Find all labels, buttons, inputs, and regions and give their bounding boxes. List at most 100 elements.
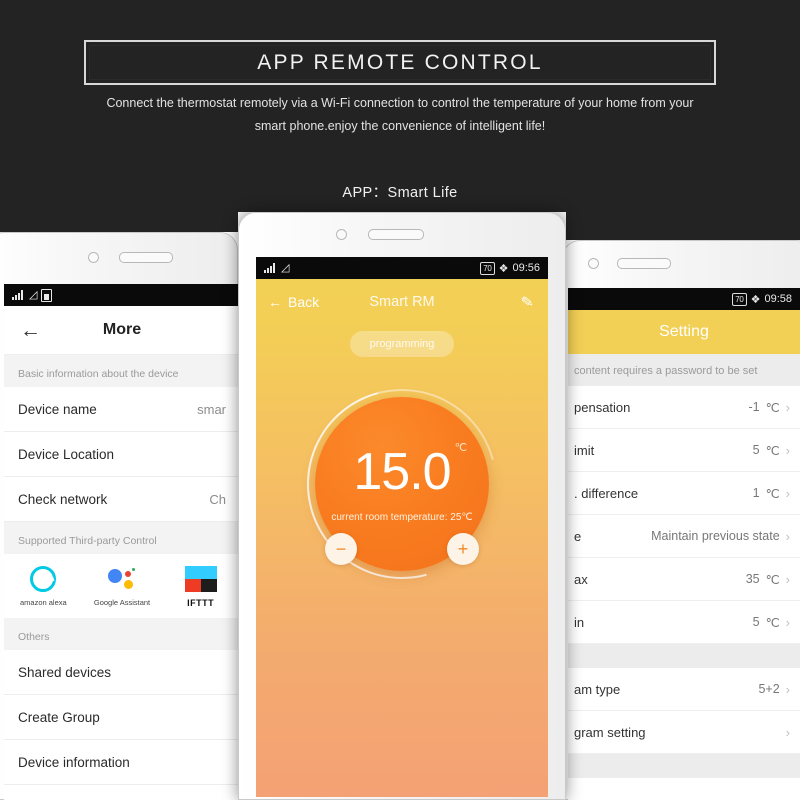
setting-row-compensation[interactable]: pensation -1 ℃ ›	[568, 386, 800, 429]
settings-bottom-divider	[568, 754, 800, 778]
setting-row-program-setting[interactable]: gram setting ›	[568, 711, 800, 754]
ifttt-icon	[184, 566, 217, 592]
center-phone: ◿ 70 ❖ 09:56 ← Back Smart RM ✎ programmi…	[238, 212, 566, 800]
setting-row-limit-value: 5 ℃ ›	[753, 443, 790, 458]
temperature-unit-label: ℃	[454, 442, 467, 454]
page-subtitle: Connect the thermostat remotely via a Wi…	[60, 92, 740, 138]
signal-bars-icon	[264, 263, 277, 273]
chevron-right-icon: ›	[785, 442, 790, 458]
left-phone-speaker-icon	[119, 252, 173, 263]
row-device-information[interactable]: Device information	[4, 740, 240, 785]
row-device-location[interactable]: Device Location	[4, 432, 240, 477]
row-device-name-value: smar	[197, 401, 226, 417]
chevron-right-icon: ›	[785, 485, 790, 501]
setting-value-text: 1	[752, 486, 760, 500]
third-party-item-ifttt-label: IFTTT	[187, 598, 215, 608]
back-button-label: Back	[288, 294, 320, 310]
current-room-temperature-label: current room temperature: 25℃	[331, 511, 473, 523]
charging-bolt-icon: ❖	[498, 262, 509, 275]
right-phone-camera-icon	[588, 258, 599, 269]
third-party-item-alexa-label: amazon alexa	[19, 598, 67, 607]
right-statusbar: 70 ❖ 09:58	[568, 288, 800, 310]
third-party-item-ifttt[interactable]: IFTTT	[161, 566, 240, 608]
setting-unit-text: ℃	[765, 572, 780, 587]
right-statusbar-time: 09:58	[764, 293, 792, 305]
setting-row-program-setting-label: gram setting	[574, 724, 646, 740]
setting-row-power-state-value: Maintain previous state ›	[651, 529, 790, 544]
setting-row-temp-difference-label: . difference	[574, 485, 639, 501]
row-feedback[interactable]: Feedback	[4, 785, 240, 800]
setting-row-min[interactable]: in 5 ℃ ›	[568, 601, 800, 644]
app-name-label: APP：Smart Life	[342, 185, 458, 201]
center-statusbar-icons: ◿	[264, 261, 290, 274]
signal-bars-icon	[12, 290, 25, 300]
row-check-network-value: Ch	[209, 491, 226, 507]
setting-row-program-type-value: 5+2 ›	[758, 682, 790, 697]
row-create-group-label: Create Group	[18, 709, 100, 725]
wifi-icon: ◿	[281, 261, 290, 274]
battery-icon	[41, 288, 53, 302]
edit-pencil-icon[interactable]: ✎	[520, 292, 535, 312]
setting-unit-text: ℃	[765, 486, 780, 501]
setting-row-limit[interactable]: imit 5 ℃ ›	[568, 429, 800, 472]
mode-pill-programming[interactable]: programming	[350, 331, 454, 357]
setting-unit-text: ℃	[765, 400, 780, 415]
chevron-right-icon: ›	[785, 528, 790, 544]
row-shared-devices[interactable]: Shared devices	[4, 650, 240, 695]
chevron-right-icon: ›	[785, 399, 790, 415]
minus-icon[interactable]: −	[325, 533, 357, 565]
row-create-group[interactable]: Create Group	[4, 695, 240, 740]
charging-bolt-icon: ❖	[750, 293, 761, 306]
third-party-item-alexa[interactable]: amazon alexa	[4, 566, 83, 608]
setting-unit-text: ℃	[765, 443, 780, 458]
setting-value-text: 35	[745, 572, 760, 586]
third-party-item-google-assistant-label: Google Assistant	[93, 598, 151, 607]
setting-row-max-value: 35 ℃ ›	[746, 572, 790, 587]
setting-value-text: -1	[748, 400, 760, 414]
settings-section-divider	[568, 644, 800, 668]
chevron-right-icon: ›	[785, 724, 790, 740]
setting-row-max[interactable]: ax 35 ℃ ›	[568, 558, 800, 601]
plus-icon[interactable]: +	[447, 533, 479, 565]
right-nav-bar: Setting	[568, 310, 800, 354]
amazon-alexa-icon	[30, 566, 57, 592]
third-party-item-google-assistant[interactable]: Google Assistant	[83, 566, 162, 608]
setting-unit-text: ℃	[765, 615, 780, 630]
setting-row-temp-difference[interactable]: . difference 1 ℃ ›	[568, 472, 800, 515]
center-phone-camera-icon	[336, 229, 347, 240]
center-statusbar-time: 09:56	[512, 262, 540, 274]
right-nav-title: Setting	[659, 323, 709, 340]
back-arrow-icon[interactable]: ←	[20, 320, 41, 341]
battery-icon: 70	[480, 261, 495, 275]
page-title-box: APP REMOTE CONTROL	[84, 40, 716, 85]
setting-row-power-state[interactable]: e Maintain previous state ›	[568, 515, 800, 558]
subtitle-line-2: smart phone.enjoy the convenience of int…	[254, 119, 546, 133]
battery-icon: 70	[732, 292, 747, 306]
row-device-name-label: Device name	[18, 401, 97, 417]
thermostat-dial[interactable]: 15.0 current room temperature: 25℃ ℃ − +	[272, 354, 532, 614]
left-phone-camera-icon	[88, 252, 99, 263]
setting-row-max-label: ax	[574, 571, 588, 587]
left-phone-screen: ◿ ← More Basic information about the dev…	[4, 284, 240, 800]
chevron-right-icon: ›	[785, 681, 790, 697]
setting-row-temp-difference-value: 1 ℃ ›	[753, 486, 790, 501]
center-statusbar: ◿ 70 ❖ 09:56	[256, 257, 548, 279]
row-check-network[interactable]: Check network Ch	[4, 477, 240, 522]
setting-row-min-value: 5 ℃ ›	[753, 615, 790, 630]
back-button[interactable]: ← Back	[268, 294, 319, 310]
setting-row-program-type[interactable]: am type 5+2 ›	[568, 668, 800, 711]
chevron-right-icon: ›	[785, 614, 790, 630]
setting-row-compensation-value: -1 ℃ ›	[748, 400, 790, 415]
page-title: APP REMOTE CONTROL	[257, 50, 543, 74]
target-temperature-value: 15.0	[353, 442, 451, 501]
setting-value-text: 5+2	[758, 682, 780, 696]
row-device-name[interactable]: Device name smar	[4, 387, 240, 432]
setting-row-compensation-label: pensation	[574, 399, 631, 415]
setting-row-limit-label: imit	[574, 442, 595, 458]
left-phone: ◿ ← More Basic information about the dev…	[0, 232, 240, 800]
right-phone-screen: 70 ❖ 09:58 Setting content requires a pa…	[568, 288, 800, 800]
row-device-information-label: Device information	[18, 754, 130, 770]
right-phone: 70 ❖ 09:58 Setting content requires a pa…	[562, 240, 800, 800]
subtitle-line-1: Connect the thermostat remotely via a Wi…	[106, 96, 694, 110]
center-phone-speaker-icon	[368, 229, 424, 240]
